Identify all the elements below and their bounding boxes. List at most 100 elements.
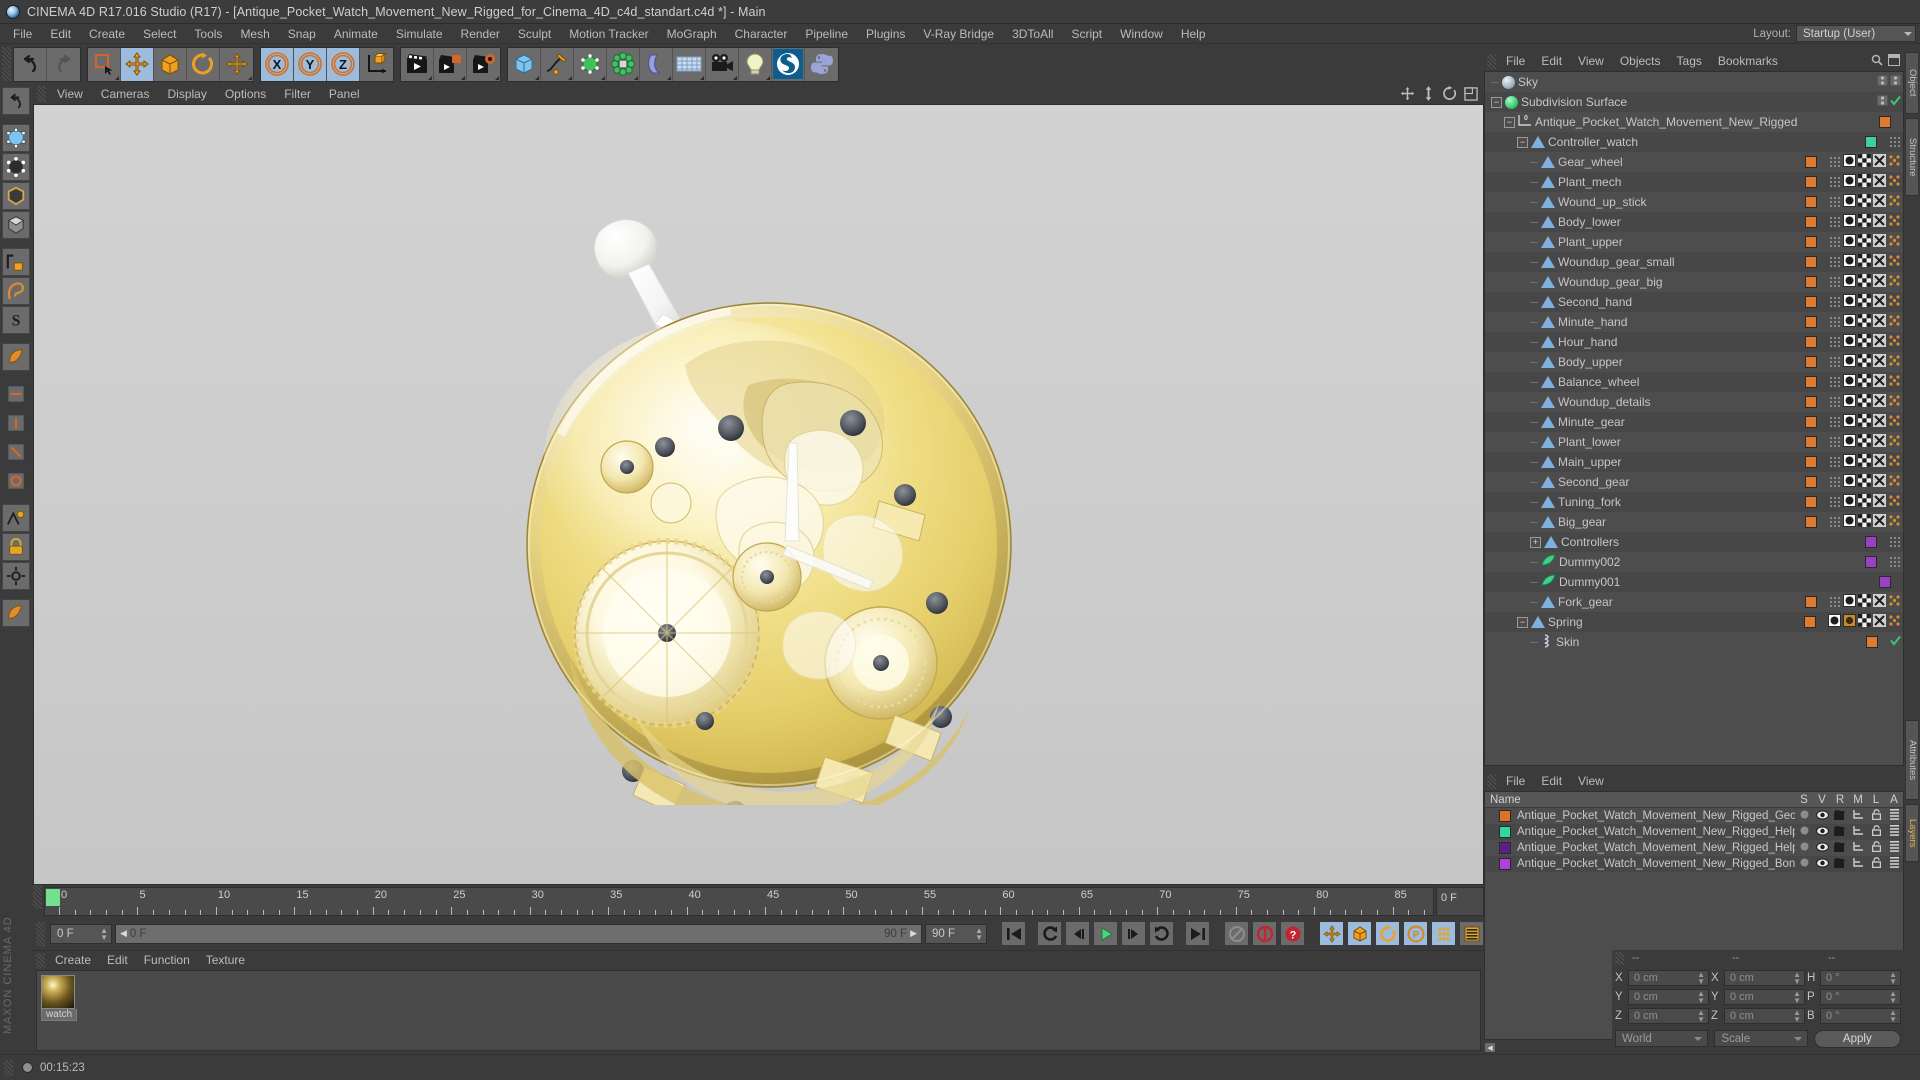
object-layer-color-chip[interactable] (1805, 356, 1817, 368)
point-mode-button[interactable] (2, 153, 30, 181)
range-right-handle[interactable]: ▶ (910, 928, 917, 939)
menu-edit[interactable]: Edit (41, 24, 80, 44)
timeline-ruler[interactable]: 051015202530354045505560657075808590 (44, 887, 1485, 916)
end-frame-field[interactable]: 90 F ▲ ▼ (925, 923, 987, 944)
add-spline-button[interactable] (541, 47, 574, 81)
texture-tag-icon-2[interactable] (1843, 614, 1856, 630)
vray-bridge-button[interactable] (772, 47, 805, 81)
add-generator-button[interactable] (574, 47, 607, 81)
texture-tag-icon[interactable] (1843, 214, 1856, 230)
constraint-tag-icon[interactable] (1873, 314, 1886, 330)
texture-tag-icon[interactable] (1843, 294, 1856, 310)
constraint-tag-icon[interactable] (1873, 434, 1886, 450)
checker-tag-icon[interactable] (1858, 294, 1871, 310)
object-layer-color-chip[interactable] (1805, 296, 1817, 308)
vtab-layers[interactable]: Layers (1905, 804, 1919, 862)
layer-row[interactable]: Antique_Pocket_Watch_Movement_New_Rigged… (1485, 824, 1903, 840)
layer-menu-edit[interactable]: Edit (1533, 772, 1570, 791)
layer-render-toggle[interactable] (1831, 841, 1849, 855)
edge-mode-button[interactable] (2, 182, 30, 210)
layer-lock-toggle[interactable] (1867, 809, 1885, 823)
step-back-key-button[interactable] (1037, 921, 1062, 946)
transport-grip[interactable] (36, 921, 45, 946)
constraint-tag-icon[interactable] (1873, 174, 1886, 190)
constraint-tag-icon[interactable] (1873, 154, 1886, 170)
toolbar-grip[interactable] (2, 47, 11, 81)
axis-y-button[interactable]: Y (294, 47, 327, 81)
viewport-menu-options[interactable]: Options (216, 84, 275, 104)
object-tree-row[interactable]: Plant_upper (1485, 232, 1903, 252)
object-layer-color-chip[interactable] (1805, 156, 1817, 168)
checker-tag-icon[interactable] (1858, 334, 1871, 350)
checker-tag-icon[interactable] (1858, 594, 1871, 610)
material-menu-texture[interactable]: Texture (198, 951, 253, 970)
layer-animation-toggle[interactable] (1885, 825, 1903, 839)
object-tree-row[interactable]: − 0 Antique_Pocket_Watch_Movement_New_Rigg… (1485, 112, 1903, 132)
texture-tag-icon[interactable] (1843, 394, 1856, 410)
constraint-tag-icon[interactable] (1873, 194, 1886, 210)
layer-render-toggle[interactable] (1831, 857, 1849, 871)
scroll-left-arrow[interactable]: ◀ (1484, 1042, 1496, 1053)
layer-manager-toggle[interactable] (1849, 825, 1867, 839)
layout-select[interactable]: Startup (User) (1796, 25, 1916, 42)
material-menu-create[interactable]: Create (47, 951, 99, 970)
menu-3dtoall[interactable]: 3DToAll (1003, 24, 1062, 44)
vtab-attributes[interactable]: Attributes (1905, 720, 1919, 800)
constraint-tag-icon[interactable] (1873, 374, 1886, 390)
object-tree-row[interactable]: Body_lower (1485, 212, 1903, 232)
rotate-icon[interactable] (1442, 86, 1457, 104)
layer-visible-toggle[interactable] (1813, 810, 1831, 823)
checker-tag-icon[interactable] (1858, 214, 1871, 230)
constraint-tag-icon[interactable] (1873, 454, 1886, 470)
tag-dots-icon[interactable] (1829, 256, 1841, 268)
menu-select[interactable]: Select (134, 24, 185, 44)
spinner-rot-p[interactable]: ▲ ▼ (1889, 989, 1897, 1004)
render-region-corner[interactable] (461, 75, 465, 80)
menu-help[interactable]: Help (1172, 24, 1215, 44)
tag-dots-icon[interactable] (1889, 136, 1901, 148)
tag-dots2-icon[interactable] (1888, 374, 1901, 390)
tree-expander[interactable]: + (1530, 536, 1541, 548)
object-layer-color-chip[interactable] (1866, 636, 1878, 648)
dolly-icon[interactable] (1422, 86, 1435, 104)
move-tool-alt-button[interactable] (220, 47, 253, 81)
timeline-playhead[interactable] (46, 889, 60, 906)
texture-tag-icon[interactable] (1843, 194, 1856, 210)
constraint-tag-icon[interactable] (1873, 614, 1886, 630)
undo-view-button[interactable] (2, 87, 30, 115)
layer-manager-toggle[interactable] (1849, 841, 1867, 855)
tag-dots2-icon[interactable] (1888, 274, 1901, 290)
polygon-mode-button[interactable] (2, 211, 30, 239)
axis-lock-y-button[interactable] (2, 409, 30, 437)
move-tool-button[interactable] (121, 47, 154, 81)
object-menu-file[interactable]: File (1498, 52, 1533, 71)
viewport-canvas[interactable] (33, 104, 1484, 885)
tag-dots2-icon[interactable] (1888, 514, 1901, 530)
object-layer-color-chip[interactable] (1805, 416, 1817, 428)
tag-dots2-icon[interactable] (1888, 434, 1901, 450)
render-flyout-corner[interactable] (428, 75, 432, 80)
add-camera-button[interactable] (706, 47, 739, 81)
tag-dots-icon[interactable] (1829, 176, 1841, 188)
axis-lock-x-button[interactable] (2, 380, 30, 408)
deformer-flyout-corner[interactable] (634, 75, 638, 80)
start-frame-field[interactable]: 0 F ▲ ▼ (50, 923, 112, 944)
tag-dots-icon[interactable] (1829, 216, 1841, 228)
object-tree-row[interactable]: Plant_lower (1485, 432, 1903, 452)
layer-color-chip[interactable] (1499, 842, 1511, 854)
constraint-tag-icon[interactable] (1873, 214, 1886, 230)
panel-options-icon[interactable] (1888, 54, 1900, 69)
tag-dots2-icon[interactable] (1888, 334, 1901, 350)
record-active-objects-button[interactable] (1252, 921, 1277, 946)
object-layer-color-chip[interactable] (1805, 196, 1817, 208)
menu-simulate[interactable]: Simulate (387, 24, 452, 44)
object-layer-color-chip[interactable] (1805, 176, 1817, 188)
checker-tag-icon[interactable] (1858, 194, 1871, 210)
object-tree-row[interactable]: − Controller_watch (1485, 132, 1903, 152)
layer-lock-toggle[interactable] (1867, 841, 1885, 855)
autokey-toggle-button[interactable] (1224, 921, 1249, 946)
tree-expander[interactable]: − (1491, 96, 1502, 108)
tag-dots2-icon[interactable] (1888, 394, 1901, 410)
object-layer-color-chip[interactable] (1805, 396, 1817, 408)
tag-dots-icon[interactable] (1829, 396, 1841, 408)
